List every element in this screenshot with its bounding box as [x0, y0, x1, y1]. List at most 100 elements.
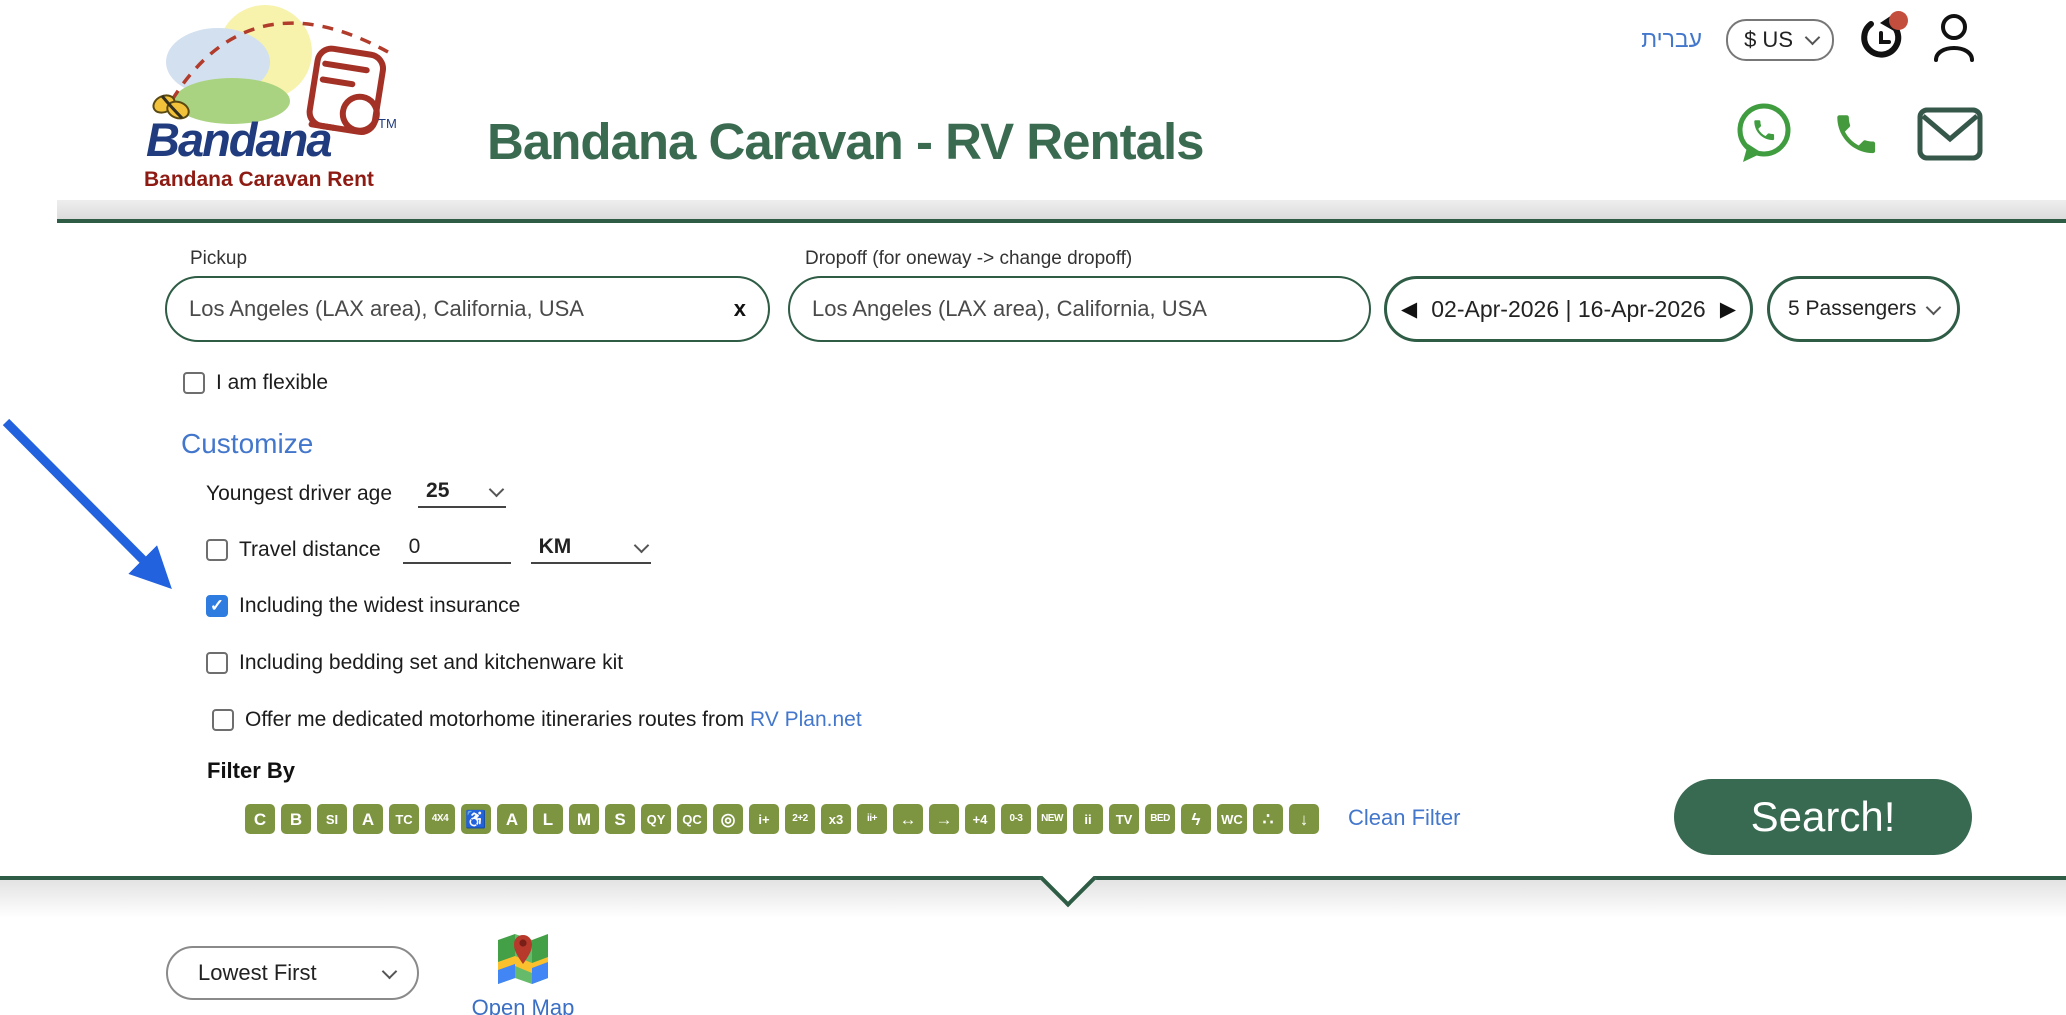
contact-icons — [1731, 100, 1983, 168]
insurance-checkbox[interactable]: ✓ — [206, 595, 228, 617]
account-button[interactable] — [1930, 12, 1978, 67]
email-button[interactable] — [1917, 107, 1983, 161]
site-logo[interactable]: Bandana TM Bandana Caravan Rent — [140, 4, 430, 200]
phone-icon — [1827, 105, 1885, 163]
pickup-input[interactable]: Los Angeles (LAX area), California, USA … — [165, 276, 770, 342]
page: Bandana TM Bandana Caravan Rent Bandana … — [0, 0, 2066, 1015]
new-model-icon[interactable]: NEW — [1037, 804, 1067, 834]
rotation-360-icon[interactable]: ◎ — [713, 804, 743, 834]
logo-subtitle: Bandana Caravan Rent — [144, 168, 374, 192]
extra-passenger-icon[interactable]: i+ — [749, 804, 779, 834]
currency-value: $ US — [1744, 27, 1793, 53]
phone-button[interactable] — [1827, 105, 1885, 163]
header-divider — [57, 200, 2066, 223]
flexible-row: I am flexible — [183, 371, 328, 395]
chevron-down-icon — [633, 537, 649, 553]
search-button[interactable]: Search! — [1674, 779, 1972, 855]
search-y-icon[interactable]: QY — [641, 804, 671, 834]
travel-distance-checkbox[interactable] — [206, 539, 228, 561]
history-button[interactable] — [1858, 15, 1906, 65]
pickup-value: Los Angeles (LAX area), California, USA — [189, 296, 726, 322]
date-next-icon[interactable]: ▶ — [1720, 297, 1736, 322]
sleeps-x3-icon[interactable]: x3 — [821, 804, 851, 834]
sort-select[interactable]: Lowest First — [166, 946, 419, 1000]
truck-camper-icon[interactable]: TC — [389, 804, 419, 834]
vehicle-length-icon[interactable]: ↔ — [893, 804, 923, 834]
flexible-label: I am flexible — [216, 371, 328, 395]
bedding-row: Including bedding set and kitchenware ki… — [206, 651, 623, 675]
chevron-down-icon — [382, 963, 398, 979]
driver-age-value: 25 — [426, 479, 449, 503]
distance-unit-value: KM — [539, 535, 572, 559]
bedding-checkbox[interactable] — [206, 652, 228, 674]
wheelchair-accessible-icon[interactable]: ♿ — [461, 804, 491, 834]
rv-size-medium-icon[interactable]: M — [569, 804, 599, 834]
notification-badge — [1889, 11, 1908, 30]
driver-age-select[interactable]: 25 — [418, 479, 506, 508]
dropoff-label: Dropoff (for oneway -> change dropoff) — [805, 248, 1132, 270]
four-wheel-drive-icon[interactable]: 4X4 — [425, 804, 455, 834]
semi-integrated-icon[interactable]: SI — [317, 804, 347, 834]
whatsapp-button[interactable] — [1731, 100, 1795, 168]
itineraries-label: Offer me dedicated motorhome itineraries… — [245, 708, 862, 732]
family-plus-icon[interactable]: ii+ — [857, 804, 887, 834]
class-b-icon[interactable]: B — [281, 804, 311, 834]
power-icon[interactable]: ϟ — [1181, 804, 1211, 834]
shower-icon[interactable]: ∴ — [1253, 804, 1283, 834]
rv-dropoff-icon[interactable]: ↓ — [1289, 804, 1319, 834]
one-way-rv-icon[interactable]: → — [929, 804, 959, 834]
seats-2plus2-icon[interactable]: 2+2 — [785, 804, 815, 834]
chevron-down-icon — [1926, 299, 1942, 315]
itineraries-row: Offer me dedicated motorhome itineraries… — [212, 708, 862, 732]
driver-age-row: Youngest driver age 25 — [206, 479, 506, 508]
filter-by-label: Filter By — [207, 758, 295, 784]
insurance-row: ✓ Including the widest insurance — [206, 594, 520, 618]
passengers-select[interactable]: 5 Passengers — [1767, 276, 1960, 342]
travel-distance-label: Travel distance — [239, 538, 381, 562]
automatic-transmission-icon[interactable]: A — [497, 804, 527, 834]
class-c-icon[interactable]: C — [245, 804, 275, 834]
date-prev-icon[interactable]: ◀ — [1401, 297, 1417, 322]
dropoff-value: Los Angeles (LAX area), California, USA — [812, 296, 1347, 322]
filter-icon-row: CBSIATC4X4♿ALMSQYQC◎i+2+2x3ii+↔→+40-3NEW… — [245, 804, 1319, 834]
page-title: Bandana Caravan - RV Rentals — [487, 112, 1203, 171]
whatsapp-icon — [1731, 100, 1795, 168]
clean-filter-link[interactable]: Clean Filter — [1348, 805, 1460, 831]
plus-4-icon[interactable]: +4 — [965, 804, 995, 834]
chevron-down-icon — [489, 481, 505, 497]
envelope-icon — [1917, 107, 1983, 161]
distance-unit-select[interactable]: KM — [531, 535, 651, 564]
passengers-value: 5 Passengers — [1788, 297, 1916, 321]
check-icon: ✓ — [210, 596, 224, 616]
panel-bottom-shadow — [0, 880, 2066, 918]
search-c-icon[interactable]: QC — [677, 804, 707, 834]
class-a-icon[interactable]: A — [353, 804, 383, 834]
itineraries-checkbox[interactable] — [212, 709, 234, 731]
open-map-button[interactable]: Open Map — [463, 930, 583, 1015]
chevron-down-icon — [1805, 30, 1821, 46]
language-link[interactable]: עברית — [1641, 26, 1702, 53]
bedding-label: Including bedding set and kitchenware ki… — [239, 651, 623, 675]
driver-age-label: Youngest driver age — [206, 482, 392, 506]
date-range-picker[interactable]: ◀ 02-Apr-2026 | 16-Apr-2026 ▶ — [1384, 276, 1753, 342]
user-icon — [1930, 12, 1978, 62]
itineraries-label-text: Offer me dedicated motorhome itineraries… — [245, 708, 750, 731]
rv-plan-link[interactable]: RV Plan.net — [750, 708, 862, 731]
rv-size-small-icon[interactable]: S — [605, 804, 635, 834]
wc-icon[interactable]: WC — [1217, 804, 1247, 834]
child-ages-0-3-icon[interactable]: 0-3 — [1001, 804, 1031, 834]
travel-distance-input[interactable]: 0 — [403, 535, 511, 564]
flexible-checkbox[interactable] — [183, 372, 205, 394]
customize-link[interactable]: Customize — [181, 428, 313, 460]
bed-icon[interactable]: BED — [1145, 804, 1175, 834]
open-map-label: Open Map — [463, 995, 583, 1015]
family-friendly-icon[interactable]: ii — [1073, 804, 1103, 834]
currency-select[interactable]: $ US — [1726, 19, 1834, 61]
dropoff-input[interactable]: Los Angeles (LAX area), California, USA — [788, 276, 1371, 342]
clear-pickup-icon[interactable]: x — [726, 296, 746, 322]
pickup-label: Pickup — [190, 248, 247, 270]
travel-distance-row: Travel distance 0 KM — [206, 535, 651, 564]
map-icon — [495, 930, 551, 988]
tv-icon[interactable]: TV — [1109, 804, 1139, 834]
rv-size-large-icon[interactable]: L — [533, 804, 563, 834]
